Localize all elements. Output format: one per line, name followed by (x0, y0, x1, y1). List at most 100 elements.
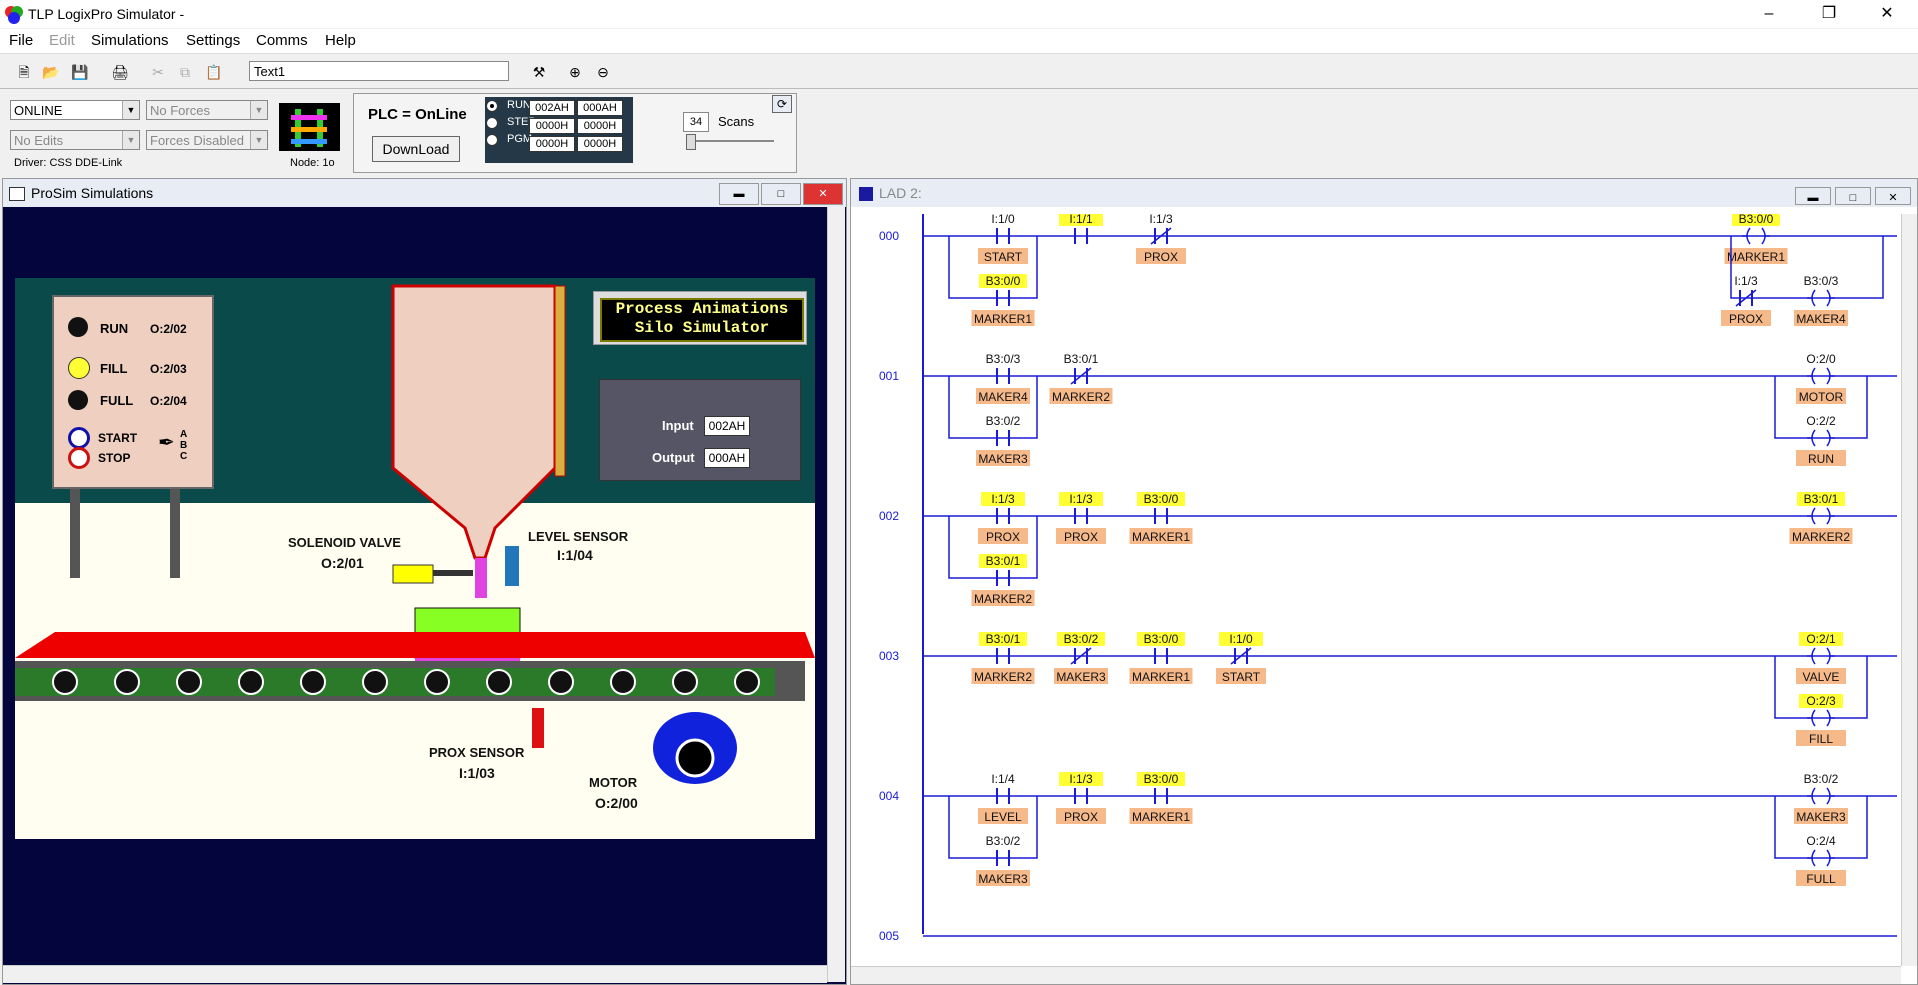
contact-address: B3:0/0 (986, 274, 1021, 288)
step-radio[interactable] (486, 117, 498, 129)
scan-slider-thumb[interactable] (686, 134, 696, 150)
download-button[interactable]: DownLoad (372, 136, 460, 162)
contact-address: B3:0/3 (1804, 274, 1839, 288)
rung-number: 000 (879, 229, 899, 243)
scan-slider[interactable] (686, 140, 774, 142)
tag-label: START (984, 250, 1023, 264)
restore-button[interactable]: ❐ (1806, 2, 1852, 26)
ladder-close-button[interactable]: ✕ (1875, 187, 1911, 205)
toolbar: 🗎 📂 💾 🖨 ✂ ⧉ 📋 Text1 ⚒ ⊕ ⊖ (0, 54, 1918, 89)
run-radio[interactable] (486, 100, 498, 112)
menu-help[interactable]: Help (325, 32, 356, 49)
contact-address: I:1/3 (1069, 772, 1093, 786)
output-branch-line (1774, 376, 1868, 439)
sim-plc-rack: Input 002AH Output 000AH (599, 379, 801, 481)
rung-number: 002 (879, 509, 899, 523)
paste-icon[interactable]: 📋 (202, 60, 226, 84)
forces-select-value: No Forces (150, 103, 210, 118)
mode-select-value: ONLINE (14, 103, 63, 118)
tag-label: MAKER4 (1796, 312, 1846, 326)
scans-input[interactable]: 34 (683, 112, 709, 132)
fill-lamp-addr: O:2/03 (150, 362, 187, 376)
save-icon[interactable]: 💾 (68, 60, 92, 84)
tag-label: VALVE (1803, 670, 1840, 684)
contact-address: I:1/1 (1069, 214, 1093, 226)
output-branch-line (1774, 656, 1868, 719)
prosim-horizontal-scrollbar[interactable] (3, 965, 827, 983)
ladder-window-icon (859, 187, 873, 201)
rung-number: 003 (879, 649, 899, 663)
prosim-minimize-button[interactable]: ▬ (719, 183, 759, 205)
minimize-button[interactable]: – (1746, 2, 1792, 26)
title-bar: TLP LogixPro Simulator - – ❐ ✕ (0, 0, 1918, 28)
menu-comms[interactable]: Comms (256, 32, 308, 49)
tag-label: MOTOR (1799, 390, 1844, 404)
tag-label: PROX (1144, 250, 1178, 264)
prox-sensor-addr: I:1/03 (459, 765, 495, 781)
operator-panel: RUN O:2/02 FILL O:2/03 FULL O:2/04 START… (52, 295, 214, 489)
print-icon[interactable]: 🖨 (108, 60, 132, 84)
plc-panel: PLC = OnLine DownLoad RUN STEP PGM 002AH… (353, 93, 797, 173)
menu-file[interactable]: File (9, 32, 33, 49)
copy-icon[interactable]: ⧉ (173, 60, 197, 84)
tag-label: PROX (1064, 530, 1098, 544)
zoom-out-icon[interactable]: ⊖ (591, 60, 615, 84)
refresh-icon[interactable]: ⟳ (772, 95, 792, 113)
pgm-radio[interactable] (486, 134, 498, 146)
zoom-in-icon[interactable]: ⊕ (563, 60, 587, 84)
stop-label: STOP (98, 451, 131, 465)
new-file-icon[interactable]: 🗎 (12, 60, 36, 84)
contact-address: O:2/1 (1806, 632, 1836, 646)
node-label: Node: 1o (290, 157, 335, 169)
tools-icon[interactable]: ⚒ (527, 60, 551, 84)
hex-value: 000AH (577, 100, 623, 116)
start-pushbutton[interactable] (68, 427, 90, 449)
app-logo-icon (5, 6, 23, 24)
level-sensor-label: LEVEL SENSOR (528, 529, 629, 544)
full-lamp (68, 390, 88, 410)
run-lamp-addr: O:2/02 (150, 322, 187, 336)
prosim-maximize-button[interactable]: □ (761, 183, 801, 205)
ladder-minimize-button[interactable]: ▬ (1795, 187, 1831, 205)
tag-label: MARKER1 (1132, 670, 1190, 684)
branch-line (948, 516, 1038, 579)
ladder-window: LAD 2: ▬ □ ✕ 000 I:1/0 START I:1/1 I:1/3 PROX… (850, 178, 1918, 985)
menu-settings[interactable]: Settings (186, 32, 240, 49)
ladder-vertical-scrollbar[interactable] (1901, 214, 1917, 966)
tag-label: MARKER1 (1132, 530, 1190, 544)
driver-label: Driver: CSS DDE-Link (14, 157, 123, 169)
forces-enable-select[interactable]: Forces Disabled ▼ (146, 130, 268, 150)
hex-value: 002AH (529, 100, 575, 116)
rung-number: 004 (879, 789, 899, 803)
open-folder-icon[interactable]: 📂 (39, 60, 63, 84)
contact-address: I:1/3 (1069, 492, 1093, 506)
tag-label: RUN (1808, 452, 1834, 466)
tag-label: MARKER1 (974, 312, 1032, 326)
ladder-horizontal-scrollbar[interactable] (851, 966, 1901, 984)
forces-select[interactable]: No Forces ▼ (146, 100, 268, 120)
banner-line-2: Silo Simulator (634, 319, 770, 337)
edits-select[interactable]: No Edits ▼ (10, 130, 140, 150)
mode-select[interactable]: ONLINE ▼ (10, 100, 140, 120)
tag-label: PROX (986, 530, 1020, 544)
prosim-close-button[interactable]: ✕ (803, 183, 843, 205)
prosim-vertical-scrollbar[interactable] (827, 207, 845, 982)
contact-address: B3:0/2 (1804, 772, 1839, 786)
contact-address: I:1/4 (991, 772, 1015, 786)
forces-enable-select-value: Forces Disabled (150, 133, 244, 148)
contact-address: B3:0/2 (1064, 632, 1099, 646)
prox-sensor-label: PROX SENSOR (429, 745, 525, 760)
run-lamp (68, 317, 88, 337)
selector-abc-label: A B C (180, 429, 188, 462)
close-button[interactable]: ✕ (1864, 2, 1910, 26)
stop-pushbutton[interactable] (68, 447, 90, 469)
selector-switch-icon[interactable]: ✒ (158, 433, 178, 453)
ladder-maximize-button[interactable]: □ (1835, 187, 1871, 205)
ladder-logo-icon (279, 103, 340, 151)
text-name-field[interactable]: Text1 (249, 61, 509, 81)
tag-label: MAKER3 (1056, 670, 1106, 684)
cut-icon[interactable]: ✂ (146, 60, 170, 84)
menu-edit[interactable]: Edit (49, 32, 75, 49)
menu-simulations[interactable]: Simulations (91, 32, 169, 49)
contact-address: O:2/4 (1806, 834, 1836, 848)
